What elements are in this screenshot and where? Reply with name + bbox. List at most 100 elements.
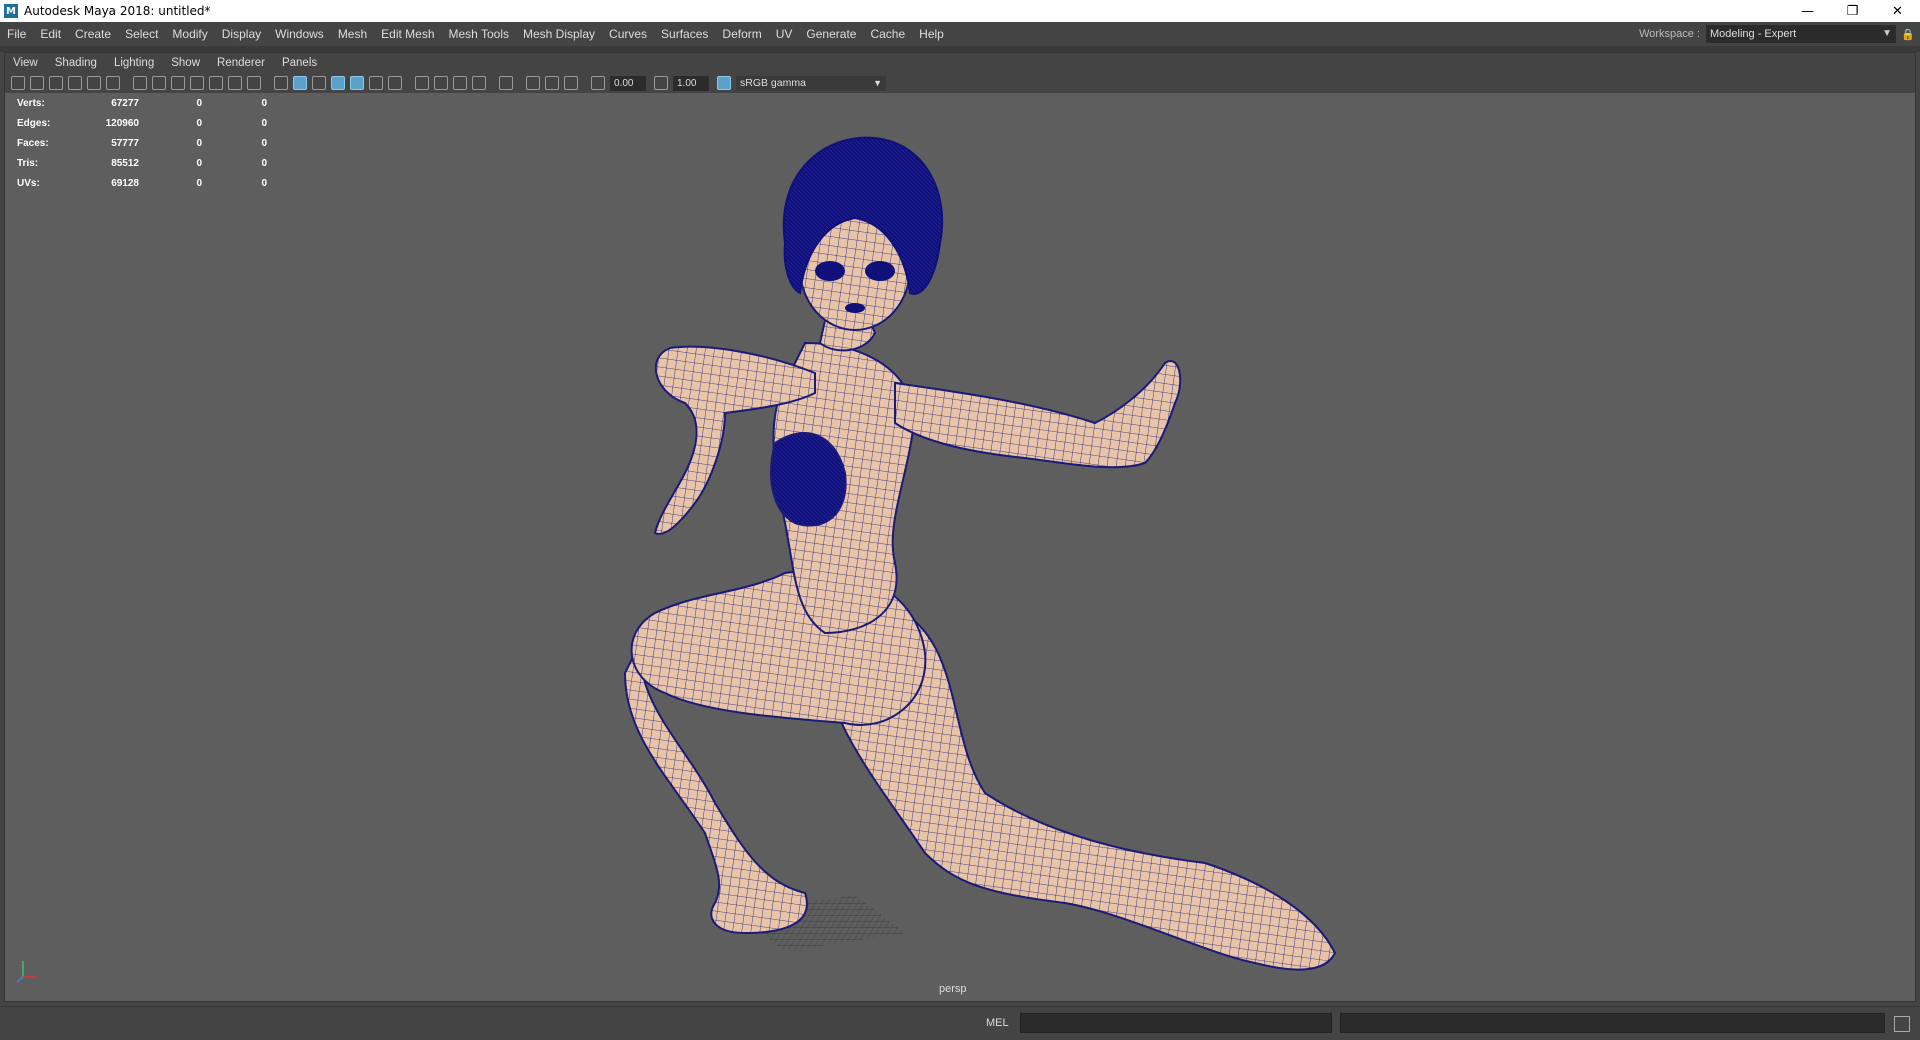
hud-row-tris: Tris: 85512 0 0 [17,153,267,173]
menu-mesh-display[interactable]: Mesh Display [516,22,602,46]
right-arm [894,360,1182,469]
camera-name-label: persp [939,983,967,995]
color-management-dropdown[interactable]: sRGB gamma ▼ [736,75,886,91]
window-titlebar: M Autodesk Maya 2018: untitled* — ❐ ✕ [0,0,1920,22]
menu-deform[interactable]: Deform [715,22,768,46]
lock-icon[interactable]: 🔒 [1896,28,1920,41]
camera-icon[interactable] [11,76,25,90]
gamma-icon[interactable] [654,76,668,90]
eye-left [815,261,845,281]
menu-help[interactable]: Help [912,22,951,46]
hud-row-verts: Verts: 67277 0 0 [17,93,267,113]
panel-menu-lighting[interactable]: Lighting [106,57,163,69]
safe-action-icon[interactable] [228,76,242,90]
command-line-bar: MEL [0,1006,1920,1040]
isolate-select-icon[interactable] [499,76,513,90]
maya-logo-icon: M [4,4,18,18]
hud-components: 0 [261,157,267,169]
hud-row-edges: Edges: 120960 0 0 [17,113,267,133]
gate-mask-icon[interactable] [190,76,204,90]
hud-components: 0 [261,177,267,189]
hud-total: 120960 [105,117,139,129]
menu-select[interactable]: Select [118,22,165,46]
command-input[interactable] [1020,1013,1332,1033]
menu-curves[interactable]: Curves [602,22,654,46]
eye-right [865,261,895,281]
character-mesh[interactable] [5,93,1915,1001]
hud-selected: 0 [196,137,202,149]
panel-menu-shading[interactable]: Shading [47,57,106,69]
textured-icon[interactable] [350,76,364,90]
gamma-field[interactable]: 1.00 [673,75,709,91]
restore-button[interactable]: ❐ [1830,0,1875,22]
wireframe-icon[interactable] [274,76,288,90]
workspace-label: Workspace : [1639,28,1700,40]
color-management-icon[interactable] [717,76,731,90]
script-editor-icon[interactable] [1894,1016,1910,1032]
resolution-gate-icon[interactable] [171,76,185,90]
mouth [845,303,865,313]
panel-menu-view[interactable]: View [5,57,47,69]
ambient-occlusion-icon[interactable] [415,76,429,90]
hud-selected: 0 [196,177,202,189]
panel-menubar: View Shading Lighting Show Renderer Pane… [5,53,1915,73]
menu-surfaces[interactable]: Surfaces [654,22,715,46]
pin-icon[interactable] [87,76,101,90]
hud-label: Verts: [17,97,45,109]
panel-menu-renderer[interactable]: Renderer [209,57,274,69]
3d-viewport[interactable]: Verts: 67277 0 0 Edges: 120960 0 0 Faces… [5,93,1915,1001]
menu-edit[interactable]: Edit [33,22,68,46]
exposure-icon[interactable] [591,76,605,90]
menu-modify[interactable]: Modify [165,22,214,46]
menu-windows[interactable]: Windows [268,22,331,46]
hud-label: UVs: [17,177,40,189]
window-controls: — ❐ ✕ [1785,0,1920,22]
shadows-icon[interactable] [388,76,402,90]
depth-of-field-icon[interactable] [472,76,486,90]
menu-create[interactable]: Create [68,22,118,46]
bookmark-icon[interactable] [49,76,63,90]
menu-mesh-tools[interactable]: Mesh Tools [442,22,516,46]
hud-row-faces: Faces: 57777 0 0 [17,133,267,153]
film-gate-icon[interactable] [152,76,166,90]
close-button[interactable]: ✕ [1875,0,1920,22]
anti-aliasing-icon[interactable] [453,76,467,90]
default-material-icon[interactable] [312,76,326,90]
menu-mesh[interactable]: Mesh [331,22,374,46]
panel-toolbar: 0.00 1.00 sRGB gamma ▼ [5,73,1915,93]
lights-icon[interactable] [369,76,383,90]
image-plane-icon[interactable] [68,76,82,90]
panel-menu-panels[interactable]: Panels [274,57,326,69]
motion-blur-icon[interactable] [434,76,448,90]
menu-generate[interactable]: Generate [799,22,863,46]
hud-total: 67277 [111,97,139,109]
chevron-down-icon: ▼ [1882,28,1892,39]
chevron-down-icon: ▼ [873,77,882,88]
script-language-label[interactable]: MEL [986,1017,1009,1029]
menu-edit-mesh[interactable]: Edit Mesh [374,22,441,46]
hud-label: Edges: [17,117,51,129]
menu-file[interactable]: File [0,22,33,46]
smooth-shade-icon[interactable] [293,76,307,90]
workspace-dropdown[interactable]: Modeling - Expert ▼ [1706,25,1896,43]
menu-cache[interactable]: Cache [863,22,912,46]
panel-menu-show[interactable]: Show [163,57,209,69]
hud-selected: 0 [196,117,202,129]
viewport-panel: View Shading Lighting Show Renderer Pane… [4,52,1916,1002]
menu-display[interactable]: Display [215,22,268,46]
xray-joints-icon[interactable] [545,76,559,90]
camera-attributes-icon[interactable] [30,76,44,90]
wireframe-on-shaded-icon[interactable] [331,76,345,90]
backface-culling-icon[interactable] [564,76,578,90]
grease-pencil-icon[interactable] [106,76,120,90]
menu-uv[interactable]: UV [769,22,800,46]
exposure-field[interactable]: 0.00 [610,75,646,91]
xray-icon[interactable] [526,76,540,90]
grid-icon[interactable] [133,76,147,90]
hud-total: 57777 [111,137,139,149]
hud-total: 85512 [111,157,139,169]
minimize-button[interactable]: — [1785,0,1830,22]
field-chart-icon[interactable] [209,76,223,90]
main-menubar: File Edit Create Select Modify Display W… [0,22,1920,46]
safe-title-icon[interactable] [247,76,261,90]
